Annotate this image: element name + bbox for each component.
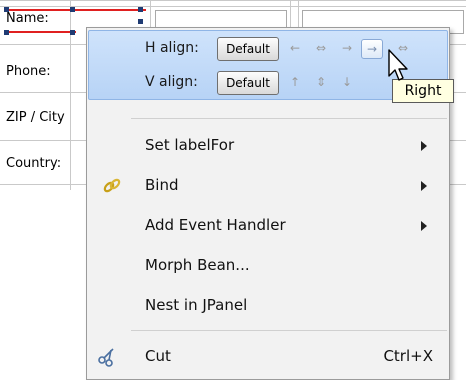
menu-item-label: Bind	[145, 176, 179, 194]
scissors-icon	[98, 348, 114, 367]
menu-item-nest-in-jpanel[interactable]: Nest in JPanel	[87, 291, 449, 321]
selection-handle[interactable]	[70, 7, 75, 12]
submenu-arrow-icon	[421, 141, 427, 151]
mouse-cursor-icon	[388, 49, 408, 81]
selection-handle[interactable]	[4, 30, 9, 35]
menu-item-cut[interactable]: Cut Ctrl+X	[87, 342, 449, 372]
menu-item-morph-bean[interactable]: Morph Bean...	[87, 251, 449, 281]
shortcut-label: Ctrl+X	[383, 347, 433, 365]
align-center-icon[interactable]: ⇔	[311, 39, 331, 57]
align-leading-icon[interactable]: →	[337, 39, 357, 57]
phone-label: Phone:	[6, 64, 51, 79]
v-align-default-button[interactable]: Default	[217, 71, 279, 95]
menu-item-label: Set labelFor	[145, 136, 235, 154]
menu-item-label: Add Event Handler	[145, 216, 286, 234]
align-top-icon[interactable]: ↑	[285, 73, 305, 91]
menu-item-label: Morph Bean...	[145, 256, 250, 274]
country-label: Country:	[6, 156, 62, 171]
h-align-label: H align:	[145, 40, 199, 56]
align-bottom-icon[interactable]: ↓	[337, 73, 357, 91]
menu-item-label: Cut	[145, 347, 171, 365]
submenu-arrow-icon	[421, 181, 427, 191]
selection-handle[interactable]	[70, 30, 75, 35]
name-label-selected[interactable]: Name:	[6, 9, 146, 33]
h-align-default-button[interactable]: Default	[217, 37, 279, 61]
selection-handle[interactable]	[4, 7, 9, 12]
align-middle-icon[interactable]: ⇕	[311, 73, 331, 91]
selection-handle[interactable]	[138, 7, 143, 12]
v-align-label: V align:	[145, 74, 198, 90]
menu-item-set-labelfor[interactable]: Set labelFor	[87, 131, 449, 161]
align-left-icon[interactable]: ←	[285, 39, 305, 57]
submenu-arrow-icon	[421, 221, 427, 231]
name-label: Name:	[6, 11, 49, 26]
align-right-icon[interactable]: →	[361, 39, 383, 59]
zip-city-label: ZIP / City	[6, 110, 65, 125]
menu-separator	[131, 330, 447, 331]
menu-separator	[131, 118, 447, 119]
bind-chain-icon	[103, 178, 121, 193]
menu-item-add-event-handler[interactable]: Add Event Handler	[87, 211, 449, 241]
menu-item-bind[interactable]: Bind	[87, 171, 449, 201]
menu-item-label: Nest in JPanel	[145, 296, 248, 314]
selection-handle[interactable]	[138, 19, 143, 24]
